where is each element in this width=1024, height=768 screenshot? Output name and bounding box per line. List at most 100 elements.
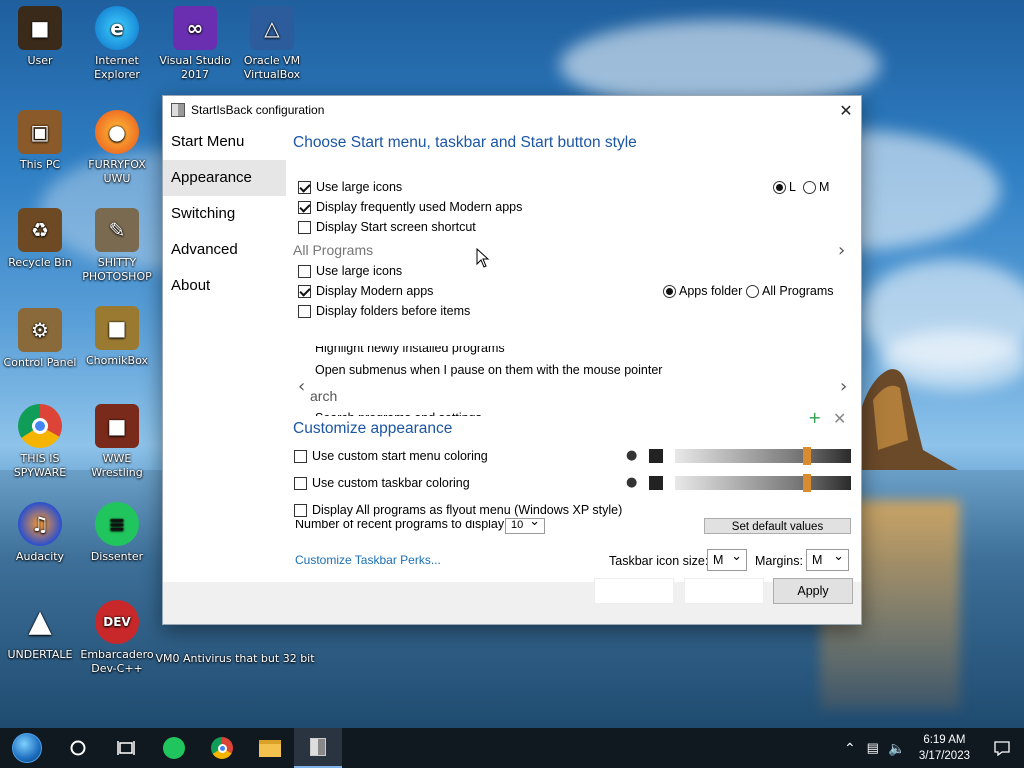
search-programs-text: Search programs and settings — [315, 410, 482, 416]
color-drop-icon[interactable]: ● — [626, 448, 637, 463]
clock[interactable]: 6:19 AM 3/17/2023 — [909, 732, 980, 764]
taskbar-file-explorer[interactable] — [246, 728, 294, 768]
dialog-footer: Apply — [163, 578, 861, 624]
set-default-values-button[interactable]: Set default values — [704, 518, 851, 534]
desktop-icon-internet-explorer[interactable]: e Internet Explorer — [77, 6, 157, 82]
all-programs-large-icons-checkbox[interactable]: Use large icons — [298, 264, 402, 278]
rock-formation — [848, 369, 958, 470]
volume-button[interactable]: 🔈 — [885, 728, 909, 768]
taskbar-dissenter[interactable] — [150, 728, 198, 768]
flyout-menu-checkbox[interactable]: Display All programs as flyout menu (Win… — [294, 503, 622, 517]
color-drop-icon[interactable]: ● — [626, 475, 637, 490]
show-hidden-icons-button[interactable]: ⌃ — [839, 728, 861, 768]
dissenter-icon — [163, 737, 185, 759]
desktop-icon-user[interactable]: ■ User — [0, 6, 80, 68]
mouse-cursor-icon — [476, 248, 490, 268]
sidebar-item-start-menu[interactable]: Start Menu — [163, 124, 286, 160]
desktop-icon-virtualbox[interactable]: △ Oracle VM VirtualBox — [232, 6, 312, 82]
cancel-button[interactable] — [684, 578, 764, 604]
chrome-icon — [211, 737, 233, 759]
close-icon: ✕ — [839, 100, 853, 120]
startisback-icon — [310, 738, 326, 756]
startisback-config-dialog: StartIsBack configuration ✕ Start Menu A… — [162, 95, 862, 625]
notification-icon — [994, 741, 1010, 756]
custom-start-menu-coloring-checkbox[interactable]: Use custom start menu coloring — [294, 449, 488, 463]
chevron-right-icon[interactable]: › — [840, 376, 847, 397]
sidebar-nav: Start Menu Appearance Switching Advanced… — [163, 124, 286, 304]
desktop-icon-devcpp[interactable]: DEV Embarcadero Dev-C++ — [77, 600, 157, 676]
desktop-icon-visual-studio[interactable]: ∞ Visual Studio 2017 — [155, 6, 235, 82]
display-modern-apps-checkbox[interactable]: Display Modern apps — [298, 284, 433, 298]
slider-thumb[interactable] — [803, 447, 811, 465]
margins-select[interactable]: M — [806, 546, 849, 571]
slider-thumb[interactable] — [803, 474, 811, 492]
color-swatch[interactable] — [649, 476, 663, 490]
custom-taskbar-coloring-checkbox[interactable]: Use custom taskbar coloring — [294, 476, 470, 490]
sidebar-item-advanced[interactable]: Advanced — [163, 232, 286, 268]
close-icon[interactable]: ✕ — [833, 409, 846, 428]
chevron-left-icon[interactable]: ‹ — [298, 376, 305, 397]
desktop-icon-wwe-wrestling[interactable]: ■ WWE Wrestling — [77, 404, 157, 480]
taskbar-startisback[interactable] — [294, 728, 342, 768]
checkbox-icon — [298, 284, 311, 298]
ok-button[interactable] — [594, 578, 674, 604]
display-folders-before-items-checkbox[interactable]: Display folders before items — [298, 304, 470, 318]
desktop-icon-dissenter[interactable]: ≡ Dissenter — [77, 502, 157, 564]
desktop-icon-gimp[interactable]: ✎ SHITTY PHOTOSHOP — [77, 208, 157, 284]
window-title: StartIsBack configuration — [191, 103, 325, 117]
close-button[interactable]: ✕ — [831, 96, 861, 124]
taskbar-icon-size-select[interactable]: M — [707, 546, 747, 571]
desktop-icon-this-pc[interactable]: ▣ This PC — [0, 110, 80, 172]
appearance-panel: Choose Start menu, taskbar and Start but… — [293, 124, 861, 592]
customize-taskbar-perks-link[interactable]: Customize Taskbar Perks... — [295, 553, 441, 567]
display-start-screen-shortcut-checkbox[interactable]: Display Start screen shortcut — [298, 220, 476, 234]
color-swatch[interactable] — [649, 449, 663, 463]
size-radio-l[interactable]: L — [773, 180, 796, 194]
display-frequent-modern-apps-checkbox[interactable]: Display frequently used Modern apps — [298, 200, 522, 214]
action-center-button[interactable] — [980, 728, 1024, 768]
modern-apps-radio-all-programs[interactable]: All Programs — [746, 284, 834, 298]
desktop-icon-undertale[interactable]: ▲ UNDERTALE — [0, 600, 80, 662]
recycle-bin-icon: ♻ — [18, 208, 62, 252]
clock-date: 3/17/2023 — [918, 750, 970, 762]
taskbar-chrome[interactable] — [198, 728, 246, 768]
desktop-icon-chrome[interactable]: THIS IS SPYWARE — [0, 404, 80, 480]
search-button[interactable] — [54, 728, 102, 768]
unity-icon: ▲ — [28, 604, 52, 639]
clock-time: 6:19 AM — [923, 734, 966, 746]
volume-icon: 🔈 — [888, 739, 906, 756]
all-programs-section-title: All Programs — [293, 242, 374, 258]
apply-button[interactable]: Apply — [773, 578, 853, 604]
start-menu-transparency-slider[interactable] — [675, 447, 851, 465]
folder-icon — [259, 739, 281, 757]
start-button[interactable] — [0, 728, 54, 768]
modern-apps-radio-apps-folder[interactable]: Apps folder — [663, 284, 742, 298]
recent-programs-count[interactable]: 10 — [505, 515, 545, 534]
desktop-icon-control-panel[interactable]: ⚙ Control Panel — [0, 308, 80, 370]
desktop-icon-chomikbox[interactable]: ■ ChomikBox — [77, 306, 157, 368]
highlight-new-programs-text: Highlight newly installed programs — [315, 346, 505, 355]
task-view-button[interactable] — [102, 728, 150, 768]
sidebar-item-switching[interactable]: Switching — [163, 196, 286, 232]
checkbox-icon — [298, 264, 311, 278]
radio-icon — [746, 284, 759, 298]
chevron-right-icon[interactable]: › — [838, 240, 845, 261]
use-large-icons-checkbox[interactable]: Use large icons — [298, 180, 402, 194]
title-bar[interactable]: StartIsBack configuration ✕ — [163, 96, 861, 124]
size-radio-m[interactable]: M — [803, 180, 829, 194]
sidebar-item-about[interactable]: About — [163, 268, 286, 304]
desktop-icon-firefox[interactable]: ● FURRYFOX UWU — [77, 110, 157, 186]
desktop-icon-recycle-bin[interactable]: ♻ Recycle Bin — [0, 208, 80, 270]
network-button[interactable]: ▤ — [861, 728, 885, 768]
taskbar-transparency-slider[interactable] — [675, 474, 851, 492]
virtualbox-icon: △ — [250, 6, 294, 50]
checkbox-icon — [298, 180, 311, 194]
search-section-title: arch — [310, 388, 338, 404]
customize-appearance-heading: Customize appearance — [293, 420, 453, 437]
plus-icon[interactable]: + — [808, 408, 821, 427]
desktop-icon-antivirus[interactable]: VM0 Antivirus that but 32 bit — [155, 625, 315, 666]
desktop-icon-audacity[interactable]: ♫ Audacity — [0, 502, 80, 564]
sidebar-item-appearance[interactable]: Appearance — [163, 160, 286, 196]
radio-icon — [663, 284, 676, 298]
app-icon — [171, 103, 185, 117]
